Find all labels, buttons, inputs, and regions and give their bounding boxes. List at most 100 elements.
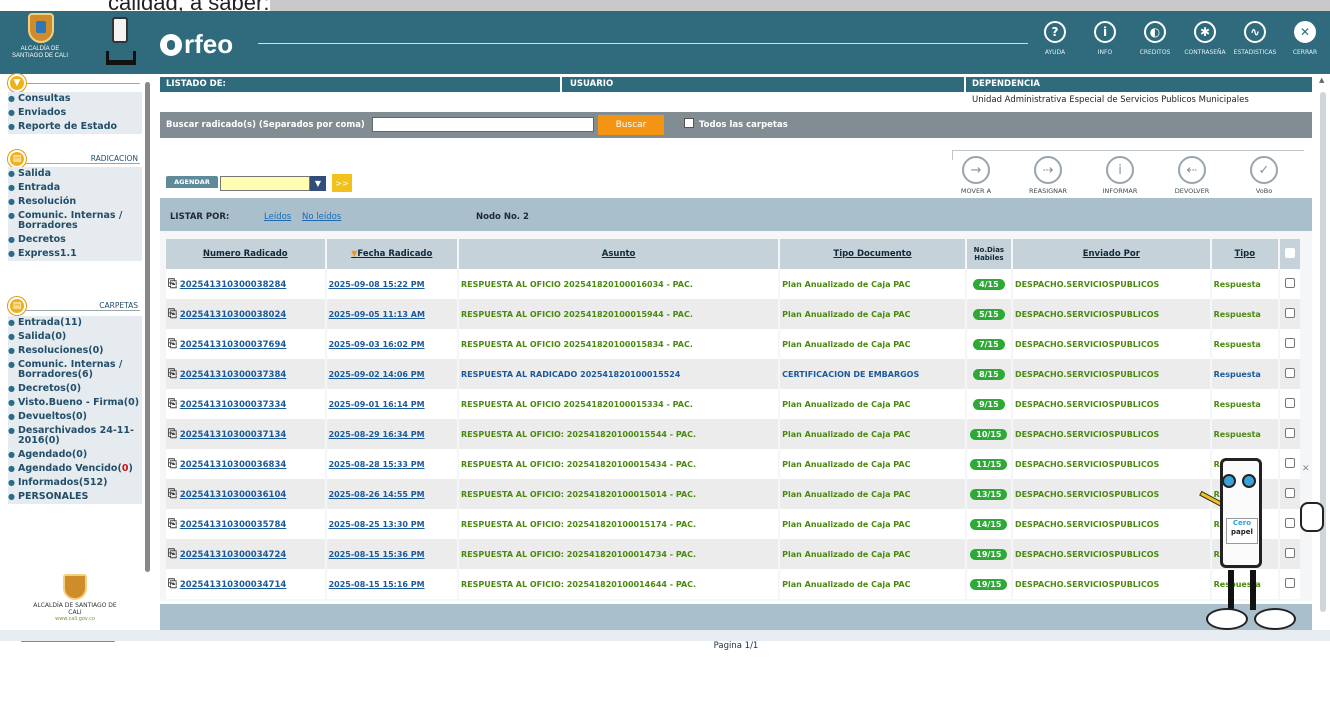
action-informar-button[interactable]: i INFORMAR <box>1090 156 1150 195</box>
sidebar-section-header[interactable]: ▤ RADICACION <box>8 150 140 168</box>
fecha-link[interactable]: 2025-08-15 15:36 PM <box>326 539 458 569</box>
attachment-icon[interactable]: ⎘ <box>168 427 177 441</box>
header-info-button[interactable]: i INFO <box>1080 21 1130 56</box>
row-checkbox[interactable] <box>1279 299 1300 329</box>
calendar-dropdown-icon[interactable]: ▼ <box>310 176 326 191</box>
leidos-link[interactable]: Leídos <box>264 212 291 222</box>
fecha-link[interactable]: 2025-08-26 14:55 PM <box>326 479 458 509</box>
agendar-tab[interactable]: AGENDAR <box>166 176 218 188</box>
sidebar-item[interactable]: ● Resolución <box>8 195 142 209</box>
sidebar-item[interactable]: ● Agendado(0) <box>8 448 142 462</box>
search-button[interactable]: Buscar <box>598 115 664 135</box>
col-enviado-por[interactable]: Enviado Por <box>1012 239 1210 269</box>
header-creditos-button[interactable]: ◐ CREDITOS <box>1130 21 1180 56</box>
sidebar-item[interactable]: ● Consultas <box>8 92 142 106</box>
radicado-link[interactable]: ⎘ 202541310300036834 <box>166 449 325 479</box>
fecha-link[interactable]: 2025-09-01 16:14 PM <box>326 389 458 419</box>
sidebar-item[interactable]: ● Express1.1 <box>8 247 142 261</box>
row-checkbox[interactable] <box>1279 359 1300 389</box>
table-row[interactable]: ⎘ 202541310300036104 2025-08-26 14:55 PM RE… <box>166 479 1300 509</box>
table-row[interactable]: ⎘ 202541310300038284 2025-09-08 15:22 PM RE… <box>166 269 1300 299</box>
sidebar-item[interactable]: ● Salida <box>8 167 142 181</box>
select-all-checkbox[interactable] <box>1279 239 1300 269</box>
table-row[interactable]: ⎘ 202541310300037384 2025-09-02 14:06 PM RE… <box>166 359 1300 389</box>
scroll-up-icon[interactable]: ▲ <box>1319 76 1324 84</box>
sidebar-section-header[interactable]: ▤ CARPETAS <box>8 297 140 315</box>
sidebar-item[interactable]: ● Agendado Vencido(0) <box>8 462 142 476</box>
col-numero-radicado[interactable]: Numero Radicado <box>166 239 325 269</box>
radicado-link[interactable]: ⎘ 202541310300037134 <box>166 419 325 449</box>
radicado-link[interactable]: ⎘ 202541310300034714 <box>166 569 325 599</box>
table-row[interactable]: ⎘ 202541310300038024 2025-09-05 11:13 AM RE… <box>166 299 1300 329</box>
action-mover-a-button[interactable]: → MOVER A <box>946 156 1006 195</box>
attachment-icon[interactable]: ⎘ <box>168 277 177 291</box>
sidebar-item[interactable]: ● Visto.Bueno - Firma(0) <box>8 396 142 410</box>
sidebar-item[interactable]: ● PERSONALES <box>8 490 142 504</box>
mascot-close-icon[interactable]: ✕ <box>1302 464 1310 474</box>
fecha-link[interactable]: 2025-09-03 16:02 PM <box>326 329 458 359</box>
action-devolver-button[interactable]: ⇠ DEVOLVER <box>1162 156 1222 195</box>
fecha-link[interactable]: 2025-09-08 15:22 PM <box>326 269 458 299</box>
fecha-link[interactable]: 2025-09-02 14:06 PM <box>326 359 458 389</box>
attachment-icon[interactable]: ⎘ <box>168 577 177 591</box>
sidebar-item[interactable]: ● Enviados <box>8 106 142 120</box>
table-row[interactable]: ⎘ 202541310300036834 2025-08-28 15:33 PM RE… <box>166 449 1300 479</box>
sidebar-section-header[interactable]: ▼ <box>8 74 140 92</box>
sidebar-item[interactable]: ● Decretos <box>8 233 142 247</box>
attachment-icon[interactable]: ⎘ <box>168 307 177 321</box>
sidebar-scrollbar[interactable] <box>143 78 152 618</box>
attachment-icon[interactable]: ⎘ <box>168 487 177 501</box>
col-dias-habiles[interactable]: No.Dias Habiles <box>966 239 1011 269</box>
fecha-link[interactable]: 2025-09-05 11:13 AM <box>326 299 458 329</box>
table-row[interactable]: ⎘ 202541310300035784 2025-08-25 13:30 PM RE… <box>166 509 1300 539</box>
cero-papel-mascot[interactable]: Cero papel ✕ <box>1198 458 1330 640</box>
action-reasignar-button[interactable]: ⇢ REASIGNAR <box>1018 156 1078 195</box>
fecha-link[interactable]: 2025-08-25 13:30 PM <box>326 509 458 539</box>
no-leidos-link[interactable]: No leídos <box>302 212 341 222</box>
attachment-icon[interactable]: ⎘ <box>168 397 177 411</box>
sidebar-item[interactable]: ● Devueltos(0) <box>8 410 142 424</box>
radicado-link[interactable]: ⎘ 202541310300035784 <box>166 509 325 539</box>
row-checkbox[interactable] <box>1279 329 1300 359</box>
header-cerrar-button[interactable]: ✕ CERRAR <box>1280 21 1330 56</box>
sidebar-item[interactable]: ● Entrada(11) <box>8 316 142 330</box>
all-folders-checkbox[interactable] <box>684 118 694 128</box>
radicado-link[interactable]: ⎘ 202541310300036104 <box>166 479 325 509</box>
sidebar-item[interactable]: ● Comunic. Internas / Borradores <box>8 209 142 233</box>
table-row[interactable]: ⎘ 202541310300037334 2025-09-01 16:14 PM RE… <box>166 389 1300 419</box>
sidebar-item[interactable]: ● Reporte de Estado <box>8 120 142 134</box>
attachment-icon[interactable]: ⎘ <box>168 547 177 561</box>
sidebar-item[interactable]: ● Decretos(0) <box>8 382 142 396</box>
radicado-link[interactable]: ⎘ 202541310300037694 <box>166 329 325 359</box>
row-checkbox[interactable] <box>1279 389 1300 419</box>
header-estadisticas-button[interactable]: ∿ ESTADISTICAS <box>1230 21 1280 56</box>
radicado-link[interactable]: ⎘ 202541310300034724 <box>166 539 325 569</box>
sidebar-item[interactable]: ● Salida(0) <box>8 330 142 344</box>
fecha-link[interactable]: 2025-08-15 15:16 PM <box>326 569 458 599</box>
sidebar-item[interactable]: ● Desarchivados 24-11-2016(0) <box>8 424 142 448</box>
table-row[interactable]: ⎘ 202541310300034714 2025-08-15 15:16 PM RE… <box>166 569 1300 599</box>
sidebar-item[interactable]: ● Resoluciones(0) <box>8 344 142 358</box>
sidebar-item[interactable]: ● Informados(512) <box>8 476 142 490</box>
radicado-link[interactable]: ⎘ 202541310300038024 <box>166 299 325 329</box>
sidebar-item[interactable]: ● Entrada <box>8 181 142 195</box>
radicado-link[interactable]: ⎘ 202541310300037384 <box>166 359 325 389</box>
header-ayuda-button[interactable]: ? AYUDA <box>1030 21 1080 56</box>
col-tipo-documento[interactable]: Tipo Documento <box>780 239 965 269</box>
header-contraseña-button[interactable]: ✱ CONTRASEÑA <box>1180 21 1230 56</box>
col-fecha-radicado[interactable]: ▼Fecha Radicado <box>326 239 458 269</box>
col-asunto[interactable]: Asunto <box>459 239 779 269</box>
action-vobo-button[interactable]: ✓ VoBo <box>1234 156 1294 195</box>
search-input[interactable] <box>372 117 594 132</box>
fecha-link[interactable]: 2025-08-28 15:33 PM <box>326 449 458 479</box>
attachment-icon[interactable]: ⎘ <box>168 367 177 381</box>
fecha-link[interactable]: 2025-08-29 16:34 PM <box>326 419 458 449</box>
attachment-icon[interactable]: ⎘ <box>168 337 177 351</box>
col-tipo[interactable]: Tipo <box>1211 239 1278 269</box>
row-checkbox[interactable] <box>1279 419 1300 449</box>
agendar-date-input[interactable] <box>220 176 310 191</box>
sidebar-item[interactable]: ● Comunic. Internas / Borradores(6) <box>8 358 142 382</box>
table-row[interactable]: ⎘ 202541310300037134 2025-08-29 16:34 PM RE… <box>166 419 1300 449</box>
agendar-go-button[interactable]: >> <box>332 174 352 192</box>
attachment-icon[interactable]: ⎘ <box>168 517 177 531</box>
